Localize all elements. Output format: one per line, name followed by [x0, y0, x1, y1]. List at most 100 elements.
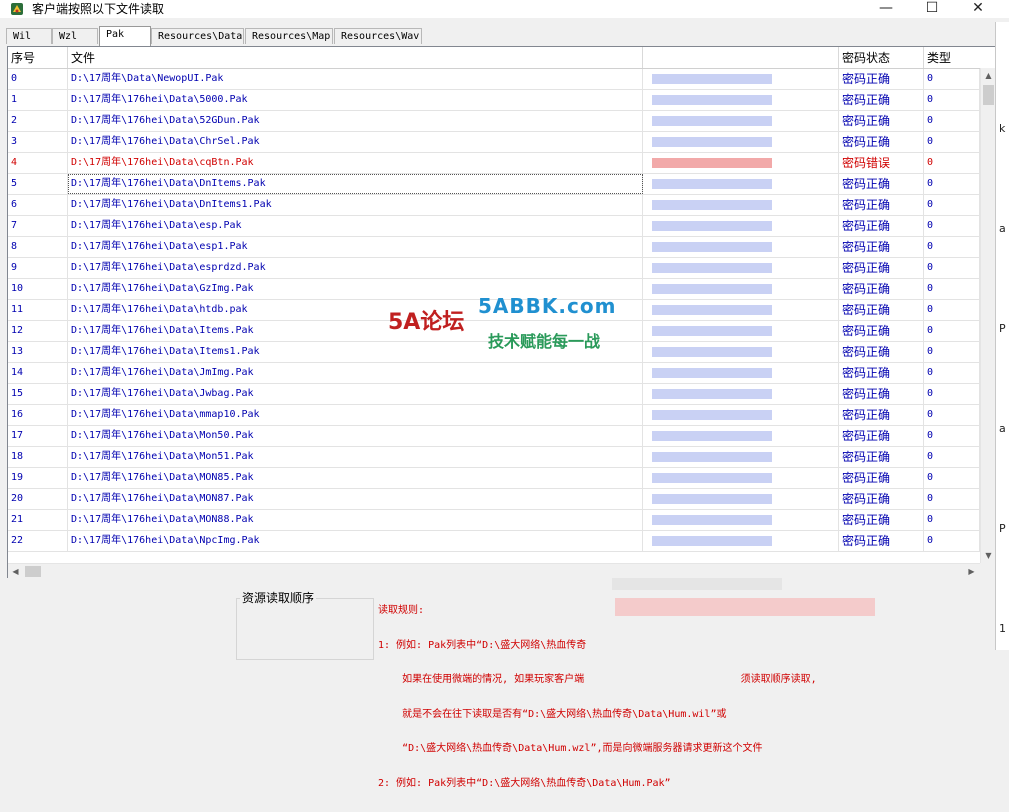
table-row[interactable]: 9 D:\17周年\176hei\Data\esprdzd.Pak 密码正确 0: [8, 258, 980, 279]
table-row[interactable]: 6 D:\17周年\176hei\Data\DnItems1.Pak 密码正确 0: [8, 195, 980, 216]
close-button[interactable]: ✕: [955, 0, 1001, 18]
redacted-cell: [652, 410, 772, 420]
tab-wil[interactable]: Wil: [6, 28, 52, 44]
table-row[interactable]: 0 D:\17周年\Data\NewopUI.Pak 密码正确 0: [8, 69, 980, 90]
row-password-status: 密码正确: [839, 174, 924, 194]
table-row[interactable]: 7 D:\17周年\176hei\Data\esp.Pak 密码正确 0: [8, 216, 980, 237]
row-index: 13: [8, 342, 68, 362]
column-header-file[interactable]: 文件: [68, 47, 643, 68]
row-password-status: 密码正确: [839, 69, 924, 89]
scroll-up-arrow-icon[interactable]: ▲: [981, 68, 995, 83]
row-password-status: 密码正确: [839, 132, 924, 152]
row-file-path: D:\17周年\176hei\Data\esp.Pak: [68, 216, 643, 236]
maximize-button[interactable]: ☐: [909, 0, 955, 18]
row-index: 6: [8, 195, 68, 215]
table-row[interactable]: 14 D:\17周年\176hei\Data\JmImg.Pak 密码正确 0: [8, 363, 980, 384]
column-header-password-status[interactable]: 密码状态: [839, 47, 924, 68]
row-file-path: D:\17周年\176hei\Data\Jwbag.Pak: [68, 384, 643, 404]
table-row[interactable]: 19 D:\17周年\176hei\Data\MON85.Pak 密码正确 0: [8, 468, 980, 489]
scroll-down-arrow-icon[interactable]: ▼: [981, 548, 995, 563]
row-index: 18: [8, 447, 68, 467]
table-row[interactable]: 1 D:\17周年\176hei\Data\5000.Pak 密码正确 0: [8, 90, 980, 111]
app-icon: [11, 3, 23, 15]
row-type: 0: [924, 426, 980, 446]
row-password-status: 密码正确: [839, 531, 924, 551]
row-file-path: D:\17周年\176hei\Data\MON87.Pak: [68, 489, 643, 509]
table-row[interactable]: 20 D:\17周年\176hei\Data\MON87.Pak 密码正确 0: [8, 489, 980, 510]
row-index: 4: [8, 153, 68, 173]
row-type: 0: [924, 90, 980, 110]
row-type: 0: [924, 216, 980, 236]
table-row[interactable]: 3 D:\17周年\176hei\Data\ChrSel.Pak 密码正确 0: [8, 132, 980, 153]
redacted-cell: [652, 179, 772, 189]
redacted-key-column: [644, 68, 794, 578]
row-password-status: 密码正确: [839, 216, 924, 236]
row-file-path: D:\17周年\176hei\Data\ChrSel.Pak: [68, 132, 643, 152]
row-type: 0: [924, 237, 980, 257]
row-password-status: 密码正确: [839, 279, 924, 299]
tab-resources-map[interactable]: Resources\Map: [245, 28, 333, 44]
row-index: 17: [8, 426, 68, 446]
tab-strip: Wil Wzl Pak Resources\Data Resources\Map…: [0, 26, 1009, 46]
row-file-path: D:\17周年\176hei\Data\MON88.Pak: [68, 510, 643, 530]
row-type: 0: [924, 405, 980, 425]
redacted-cell: [652, 200, 772, 210]
row-index: 10: [8, 279, 68, 299]
redacted-cell: [652, 431, 772, 441]
row-type: 0: [924, 489, 980, 509]
tab-resources-data[interactable]: Resources\Data: [151, 28, 244, 44]
column-header-index[interactable]: 序号: [8, 47, 68, 68]
row-file-path: D:\17周年\176hei\Data\MON85.Pak: [68, 468, 643, 488]
horizontal-scroll-thumb[interactable]: [25, 566, 41, 577]
watermark-site: 5ABBK.com: [478, 294, 617, 318]
table-row[interactable]: 17 D:\17周年\176hei\Data\Mon50.Pak 密码正确 0: [8, 426, 980, 447]
row-file-path: D:\17周年\176hei\Data\mmap10.Pak: [68, 405, 643, 425]
row-index: 3: [8, 132, 68, 152]
rules-line: 1: 例如: Pak列表中“D:\盛大网络\热血传奇: [378, 639, 587, 651]
row-type: 0: [924, 384, 980, 404]
row-password-status: 密码正确: [839, 447, 924, 467]
table-row[interactable]: 21 D:\17周年\176hei\Data\MON88.Pak 密码正确 0: [8, 510, 980, 531]
scroll-right-arrow-icon[interactable]: ▶: [964, 564, 979, 578]
row-file-path: D:\17周年\176hei\Data\NpcImg.Pak: [68, 531, 643, 551]
table-row[interactable]: 22 D:\17周年\176hei\Data\NpcImg.Pak 密码正确 0: [8, 531, 980, 552]
row-type: 0: [924, 258, 980, 278]
table-row[interactable]: 5 D:\17周年\176hei\Data\DnItems.Pak 密码正确 0: [8, 174, 980, 195]
table-row[interactable]: 2 D:\17周年\176hei\Data\52GDun.Pak 密码正确 0: [8, 111, 980, 132]
rules-line: 2: 例如: Pak列表中“D:\盛大网络\热血传奇\Data\Hum.Pak”: [378, 777, 671, 789]
column-header-key[interactable]: [643, 47, 839, 68]
row-file-path: D:\17周年\176hei\Data\Mon51.Pak: [68, 447, 643, 467]
redacted-cell: [652, 473, 772, 483]
minimize-button[interactable]: —: [863, 0, 909, 18]
row-type: 0: [924, 69, 980, 89]
row-password-status: 密码正确: [839, 468, 924, 488]
list-header: 序号 文件 密码状态 类型: [8, 47, 995, 69]
table-row[interactable]: 8 D:\17周年\176hei\Data\esp1.Pak 密码正确 0: [8, 237, 980, 258]
table-row[interactable]: 15 D:\17周年\176hei\Data\Jwbag.Pak 密码正确 0: [8, 384, 980, 405]
table-row[interactable]: 4 D:\17周年\176hei\Data\cqBtn.Pak 密码错误 0: [8, 153, 980, 174]
horizontal-scrollbar[interactable]: ◀ ▶: [8, 563, 980, 578]
redacted-cell: [652, 305, 772, 315]
tab-pak[interactable]: Pak: [99, 26, 151, 46]
scroll-left-arrow-icon[interactable]: ◀: [8, 564, 23, 578]
row-type: 0: [924, 321, 980, 341]
redacted-cell: [652, 347, 772, 357]
redacted-cell: [652, 95, 772, 105]
row-password-status: 密码正确: [839, 90, 924, 110]
tab-wzl[interactable]: Wzl: [52, 28, 98, 44]
redacted-cell: [652, 158, 772, 168]
row-type: 0: [924, 447, 980, 467]
rules-line: 如果在使用微端的情况, 如果玩家客户端 须读取顺序读取,: [378, 674, 817, 685]
column-header-type[interactable]: 类型: [924, 47, 980, 68]
vertical-scroll-thumb[interactable]: [983, 85, 994, 105]
table-row[interactable]: 18 D:\17周年\176hei\Data\Mon51.Pak 密码正确 0: [8, 447, 980, 468]
row-index: 21: [8, 510, 68, 530]
row-index: 1: [8, 90, 68, 110]
row-type: 0: [924, 531, 980, 551]
table-row[interactable]: 16 D:\17周年\176hei\Data\mmap10.Pak 密码正确 0: [8, 405, 980, 426]
tab-resources-wav[interactable]: Resources\Wav: [334, 28, 422, 44]
vertical-scrollbar[interactable]: ▲ ▼: [980, 68, 995, 563]
row-password-status: 密码错误: [839, 153, 924, 173]
row-password-status: 密码正确: [839, 405, 924, 425]
window-title: 客户端按照以下文件读取: [32, 2, 165, 16]
